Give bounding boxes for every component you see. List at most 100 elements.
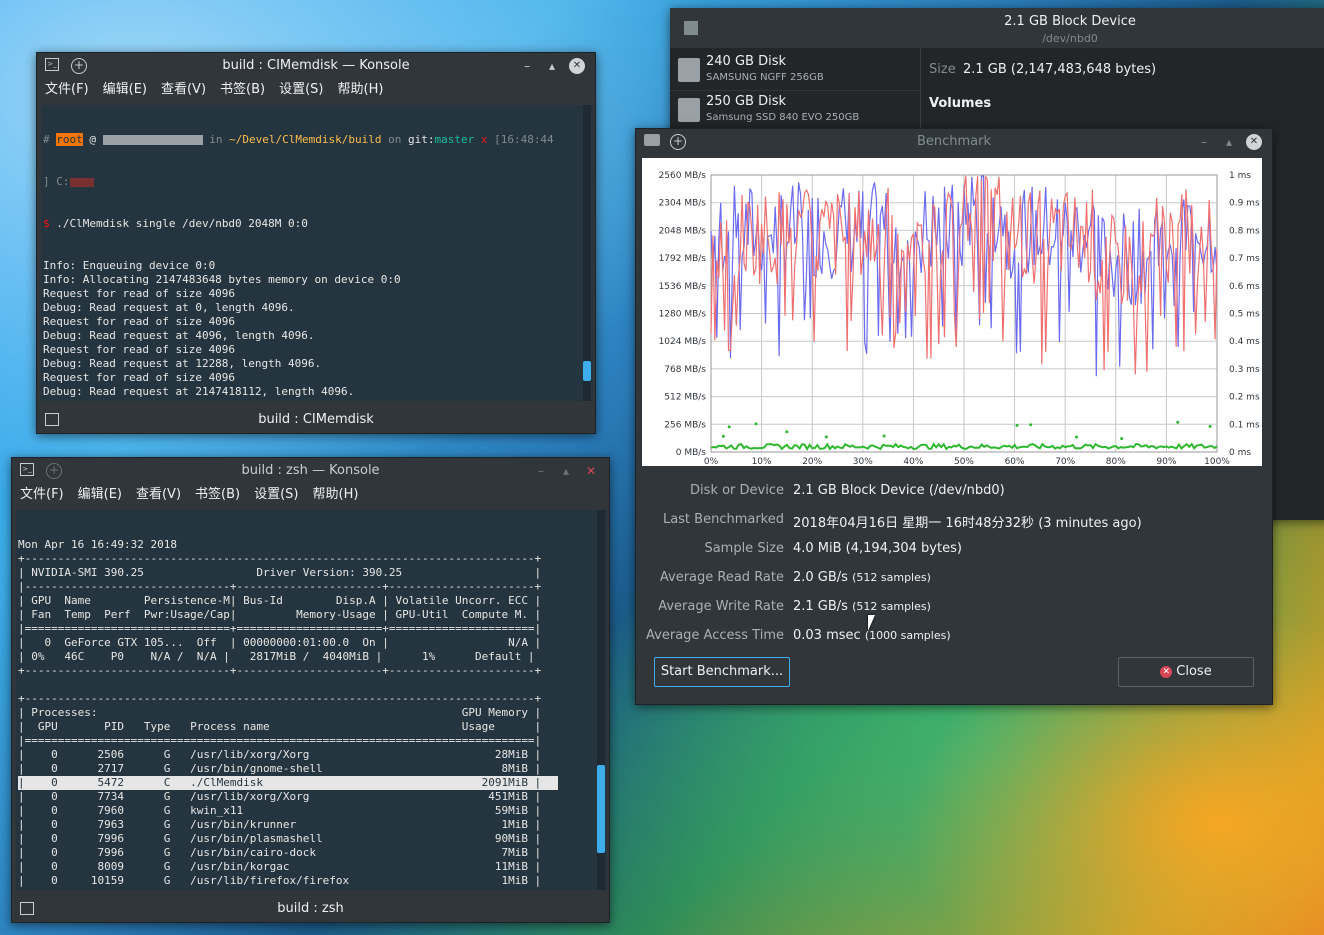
terminal-line: | NVIDIA-SMI 390.25 Driver Version: 390.… — [18, 566, 542, 579]
disk-list-item[interactable]: 250 GB Disk Samsung SSD 840 EVO 250GB — [670, 90, 920, 130]
terminal-line: Debug: Read request at 0, length 4096. — [43, 301, 295, 314]
terminal-line: | GPU PID Type Process name Usage | — [18, 720, 542, 733]
terminal-line: | Processes: GPU Memory | — [18, 706, 542, 719]
harddisk-icon — [678, 58, 700, 82]
menu-help[interactable]: 帮助(H) — [313, 484, 359, 506]
prompt-path: ~/Devel/ClMemdisk/build — [229, 133, 382, 146]
menu-bookmarks[interactable]: 书签(B) — [220, 79, 265, 101]
info-value-text: 2.0 GB/s — [793, 570, 848, 585]
y-tick-label-left: 2048 MB/s — [659, 226, 707, 236]
maximize-icon[interactable]: ▴ — [1221, 134, 1237, 150]
titlebar[interactable]: + Benchmark – ▴ ✕ — [636, 129, 1272, 155]
terminal-line: | 0 2717 G /usr/bin/gnome-shell 8MiB | — [18, 762, 542, 775]
menu-help[interactable]: 帮助(H) — [338, 79, 384, 101]
close-icon[interactable]: ✕ — [583, 463, 599, 479]
tab-title[interactable]: build : CIMemdisk — [37, 412, 595, 427]
access-time-point — [1120, 437, 1124, 441]
access-time-point — [785, 430, 789, 434]
window-title: build : CIMemdisk — Konsole — [222, 58, 410, 73]
benchmark-chart: 2560 MB/s 1 ms 2304 MB/s 0.9 ms 2048 MB/s 0.8… — [642, 158, 1262, 466]
x-tick-label: 90% — [1156, 457, 1176, 466]
size-label: Size — [929, 62, 956, 77]
y-tick-label-left: 1280 MB/s — [659, 310, 707, 320]
terminal-line: | Fan Temp Perf Pwr:Usage/Cap| Memory-Us… — [18, 608, 542, 621]
access-time-point — [1176, 420, 1180, 424]
x-tick-label: 30% — [853, 457, 873, 466]
maximize-icon[interactable]: ▴ — [544, 58, 560, 74]
terminal-line: Debug: Read request at 2147418112, lengt… — [43, 385, 355, 398]
info-row: Average Write Rate 2.1 GB/s (512 samples) — [636, 599, 1256, 619]
menu-edit[interactable]: 编辑(E) — [78, 484, 122, 506]
x-tick-label: 80% — [1106, 457, 1126, 466]
close-button-label: Close — [1176, 664, 1212, 679]
disk-header-icon — [684, 21, 698, 35]
close-icon[interactable]: ✕ — [569, 58, 585, 74]
minimize-icon[interactable]: – — [1196, 134, 1212, 150]
menubar: 文件(F) 编辑(E) 查看(V) 书签(B) 设置(S) 帮助(H) — [37, 79, 595, 101]
y-tick-label-left: 768 MB/s — [664, 365, 706, 375]
y-tick-label-left: 2560 MB/s — [659, 171, 707, 181]
close-button[interactable]: ✕ Close — [1118, 657, 1254, 687]
info-label: Disk or Device — [690, 483, 784, 498]
terminal-output[interactable]: Mon Apr 16 16:49:32 2018 +---------------… — [16, 510, 607, 890]
terminal-line: | 0 2506 G /usr/lib/xorg/Xorg 28MiB | — [18, 748, 542, 761]
terminal-line: | 0 15727 C /usr/lib/libreoffice/program… — [18, 888, 607, 890]
titlebar[interactable]: >_ + build : CIMemdisk — Konsole – ▴ ✕ — [37, 53, 595, 79]
info-row: Average Access Time 0.03 msec (1000 sampl… — [636, 628, 1256, 648]
scrollbar-thumb[interactable] — [597, 765, 605, 853]
y-tick-label-left: 512 MB/s — [664, 393, 706, 403]
menu-view[interactable]: 查看(V) — [136, 484, 181, 506]
disk-list-item[interactable]: 240 GB Disk SAMSUNG NGFF 256GB — [670, 50, 920, 91]
maximize-icon[interactable]: ▴ — [558, 463, 574, 479]
y-tick-label-left: 1536 MB/s — [659, 282, 707, 292]
y-tick-label-right: 0.8 ms — [1229, 226, 1260, 236]
minimize-icon[interactable]: – — [533, 463, 549, 479]
terminal-line: +---------------------------------------… — [18, 552, 542, 565]
terminal-line: Info: Allocating 2147483648 bytes memory… — [43, 273, 401, 286]
menu-file[interactable]: 文件(F) — [45, 79, 89, 101]
start-benchmark-button[interactable]: Start Benchmark... — [654, 657, 790, 687]
y-tick-label-left: 256 MB/s — [664, 420, 706, 430]
info-value: 2.1 GB/s (512 samples) — [793, 599, 931, 614]
terminal-line: | 0 10159 G /usr/lib/firefox/firefox 1Mi… — [18, 874, 542, 887]
access-time-point — [1015, 423, 1019, 427]
close-icon[interactable]: ✕ — [1246, 134, 1262, 150]
menu-bookmarks[interactable]: 书签(B) — [195, 484, 240, 506]
info-row: Disk or Device 2.1 GB Block Device (/dev/… — [636, 483, 1256, 503]
tab-title[interactable]: build : zsh — [12, 901, 609, 916]
scrollbar[interactable] — [583, 105, 591, 401]
minimize-icon[interactable]: – — [519, 58, 535, 74]
disk-name: 250 GB Disk — [706, 94, 786, 109]
y-tick-label-right: 0 ms — [1229, 448, 1251, 458]
titlebar[interactable]: >_ + build : zsh — Konsole – ▴ ✕ — [12, 458, 609, 484]
prompt-user: root — [56, 133, 83, 146]
info-label: Average Write Rate — [658, 599, 784, 614]
terminal-line: | 0 GeForce GTX 105... Off | 00000000:01… — [18, 636, 542, 649]
terminal-line: Info: Enqueuing device 0:0 — [43, 259, 216, 272]
menu-file[interactable]: 文件(F) — [20, 484, 64, 506]
terminal-output[interactable]: # root @ in ~/Devel/ClMemdisk/build on g… — [41, 105, 593, 401]
terminal-line: Request for read of size 4096 — [43, 371, 236, 384]
access-time-point — [754, 422, 758, 426]
info-value: 2018年04月16日 星期一 16时48分32秒 (3 minutes ago… — [793, 512, 1142, 531]
device-subtitle: /dev/nbd0 — [1042, 32, 1098, 45]
scrollbar[interactable] — [597, 510, 605, 890]
terminal-line: Request for read of size 4096 — [43, 315, 236, 328]
menubar: 文件(F) 编辑(E) 查看(V) 书签(B) 设置(S) 帮助(H) — [12, 484, 609, 506]
menu-edit[interactable]: 编辑(E) — [103, 79, 147, 101]
command-prompt-symbol: $ — [43, 217, 50, 230]
info-label: Sample Size — [704, 541, 784, 556]
info-row: Sample Size 4.0 MiB (4,194,304 bytes) — [636, 541, 1256, 561]
x-tick-label: 40% — [903, 457, 923, 466]
menu-settings[interactable]: 设置(S) — [254, 484, 298, 506]
menu-settings[interactable]: 设置(S) — [279, 79, 323, 101]
x-tick-label: 60% — [1005, 457, 1025, 466]
disk-model: SAMSUNG NGFF 256GB — [706, 72, 824, 83]
y-tick-label-right: 1 ms — [1229, 171, 1251, 181]
info-row: Average Read Rate 2.0 GB/s (512 samples) — [636, 570, 1256, 590]
info-label: Average Access Time — [646, 628, 784, 643]
hostname-redacted — [102, 135, 203, 145]
scrollbar-thumb[interactable] — [583, 361, 591, 381]
menu-view[interactable]: 查看(V) — [161, 79, 206, 101]
